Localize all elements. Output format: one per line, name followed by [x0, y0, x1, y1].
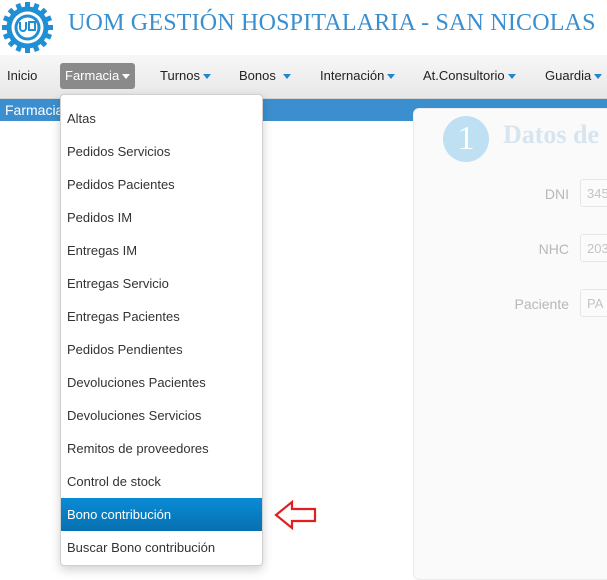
- nav-item-at-consultorio[interactable]: At.Consultorio: [423, 63, 516, 89]
- menu-item-entregas-servicio[interactable]: Entregas Servicio: [61, 267, 262, 300]
- caret-down-icon: [202, 74, 211, 80]
- dni-label: DNI: [544, 186, 569, 202]
- menu-item-buscar-bono-contribucion[interactable]: Buscar Bono contribución: [61, 531, 262, 564]
- menu-item-control-de-stock[interactable]: Control de stock: [61, 465, 262, 498]
- menu-item-pedidos-servicios[interactable]: Pedidos Servicios: [61, 135, 262, 168]
- menu-item-devoluciones-pacientes[interactable]: Devoluciones Pacientes: [61, 366, 262, 399]
- nav-item-turnos[interactable]: Turnos: [160, 63, 211, 89]
- paciente-field[interactable]: PA: [580, 289, 607, 317]
- dni-field[interactable]: 345: [580, 179, 607, 207]
- menu-item-remitos-de-proveedores[interactable]: Remitos de proveedores: [61, 432, 262, 465]
- farmacia-dropdown-menu: Altas Pedidos Servicios Pedidos Paciente…: [60, 94, 263, 566]
- nav-item-label: At.Consultorio: [423, 68, 505, 83]
- caret-down-icon: [387, 74, 396, 80]
- nav-item-inicio[interactable]: Inicio: [7, 63, 37, 89]
- main-navbar: Inicio Farmacia Turnos Bonos Internación…: [0, 55, 607, 99]
- form-panel: [413, 108, 607, 580]
- menu-item-pedidos-pacientes[interactable]: Pedidos Pacientes: [61, 168, 262, 201]
- section-title: Farmacia: [5, 102, 64, 118]
- nav-item-label: Farmacia: [65, 68, 120, 83]
- step-title: Datos de: [503, 120, 600, 149]
- nhc-field[interactable]: 203: [580, 234, 607, 262]
- menu-item-altas[interactable]: Altas: [61, 102, 262, 135]
- nav-item-internacion[interactable]: Internación: [320, 63, 396, 89]
- nav-item-bonos[interactable]: Bonos: [239, 63, 291, 89]
- paciente-label: Paciente: [514, 296, 569, 312]
- nav-item-label: Internación: [320, 68, 385, 83]
- nav-item-guardia[interactable]: Guardia: [545, 63, 603, 89]
- menu-item-pedidos-pendientes[interactable]: Pedidos Pendientes: [61, 333, 262, 366]
- nav-item-label: Turnos: [160, 68, 200, 83]
- menu-item-bono-contribucion[interactable]: Bono contribución: [61, 498, 262, 531]
- nav-item-label: Inicio: [7, 68, 38, 83]
- caret-down-icon: [122, 74, 131, 80]
- nav-item-label: Guardia: [545, 68, 592, 83]
- caret-down-icon: [594, 74, 603, 80]
- uom-logo-icon: [2, 2, 53, 53]
- menu-item-entregas-pacientes[interactable]: Entregas Pacientes: [61, 300, 262, 333]
- left-arrow-icon: [274, 499, 317, 531]
- nav-item-farmacia[interactable]: Farmacia: [60, 63, 136, 89]
- app-header: UOM GESTIÓN HOSPITALARIA - SAN NICOLAS: [0, 0, 607, 55]
- nhc-label: NHC: [538, 241, 569, 257]
- caret-down-icon: [507, 74, 516, 80]
- app-title: UOM GESTIÓN HOSPITALARIA - SAN NICOLAS: [68, 10, 596, 36]
- step-number-badge: 1: [443, 116, 489, 162]
- menu-item-entregas-im[interactable]: Entregas IM: [61, 234, 262, 267]
- nav-item-label: Bonos: [239, 68, 276, 83]
- menu-item-devoluciones-servicios[interactable]: Devoluciones Servicios: [61, 399, 262, 432]
- caret-down-icon: [282, 74, 291, 80]
- menu-item-pedidos-im[interactable]: Pedidos IM: [61, 201, 262, 234]
